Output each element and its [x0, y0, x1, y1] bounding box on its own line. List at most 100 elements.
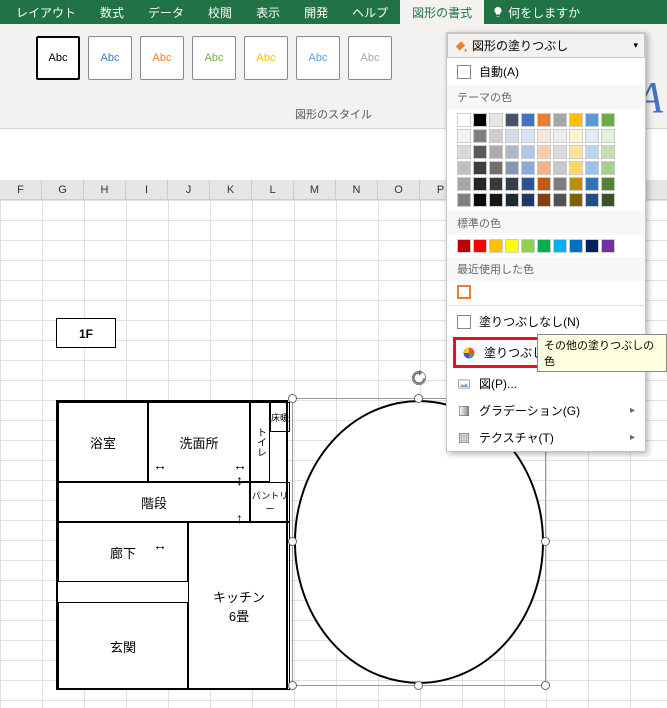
shape-fill-button[interactable]: 図形の塗りつぶし ▾	[447, 33, 645, 58]
room-pantry[interactable]: パントリー	[250, 482, 290, 522]
color-swatch[interactable]	[521, 129, 535, 143]
shape-style-1[interactable]: Abc	[36, 36, 80, 80]
color-swatch[interactable]	[553, 129, 567, 143]
color-swatch[interactable]	[505, 113, 519, 127]
color-swatch[interactable]	[521, 113, 535, 127]
color-swatch[interactable]	[505, 145, 519, 159]
color-swatch[interactable]	[505, 177, 519, 191]
column-header[interactable]: J	[168, 180, 210, 199]
color-swatch[interactable]	[537, 177, 551, 191]
shape-style-7[interactable]: Abc	[348, 36, 392, 80]
color-swatch[interactable]	[489, 113, 503, 127]
color-swatch[interactable]	[537, 129, 551, 143]
color-swatch[interactable]	[457, 239, 471, 253]
fill-automatic[interactable]: 自動(A)	[447, 58, 645, 85]
color-swatch[interactable]	[489, 177, 503, 191]
tab-view[interactable]: 表示	[244, 0, 292, 25]
color-swatch[interactable]	[489, 193, 503, 207]
color-swatch[interactable]	[569, 145, 583, 159]
color-swatch[interactable]	[457, 129, 471, 143]
color-swatch[interactable]	[521, 145, 535, 159]
floor-plan[interactable]: 浴室 洗面所 トイレ 床暖 階段 パントリー 廊下 キッチン 6畳 玄関 ↔ ↔…	[56, 400, 288, 690]
color-swatch[interactable]	[457, 177, 471, 191]
color-swatch[interactable]	[537, 145, 551, 159]
color-swatch[interactable]	[601, 177, 615, 191]
rotate-handle[interactable]	[410, 369, 428, 387]
color-swatch[interactable]	[457, 193, 471, 207]
color-swatch[interactable]	[601, 145, 615, 159]
room-toilet[interactable]: トイレ	[250, 402, 270, 482]
tab-developer[interactable]: 開発	[292, 0, 340, 25]
fill-none[interactable]: 塗りつぶしなし(N)	[447, 308, 645, 335]
color-swatch[interactable]	[569, 129, 583, 143]
column-header[interactable]: L	[252, 180, 294, 199]
color-swatch[interactable]	[457, 113, 471, 127]
resize-handle[interactable]	[541, 537, 550, 546]
room-hallway[interactable]: 廊下	[58, 522, 188, 582]
color-swatch[interactable]	[473, 239, 487, 253]
color-swatch[interactable]	[553, 239, 567, 253]
tab-layout[interactable]: レイアウト	[4, 0, 88, 25]
color-swatch[interactable]	[537, 161, 551, 175]
column-header[interactable]: M	[294, 180, 336, 199]
shape-style-3[interactable]: Abc	[140, 36, 184, 80]
column-header[interactable]: G	[42, 180, 84, 199]
color-swatch[interactable]	[569, 113, 583, 127]
column-header[interactable]: O	[378, 180, 420, 199]
tab-review[interactable]: 校閲	[196, 0, 244, 25]
shape-style-4[interactable]: Abc	[192, 36, 236, 80]
color-swatch[interactable]	[585, 239, 599, 253]
room-bath[interactable]: 浴室	[58, 402, 148, 482]
color-swatch[interactable]	[569, 161, 583, 175]
tell-me-search[interactable]: 何をしますか	[484, 4, 588, 21]
color-swatch[interactable]	[601, 113, 615, 127]
color-swatch[interactable]	[553, 161, 567, 175]
column-header[interactable]: I	[126, 180, 168, 199]
resize-handle[interactable]	[414, 681, 423, 690]
color-swatch[interactable]	[521, 177, 535, 191]
tab-data[interactable]: データ	[136, 0, 196, 25]
room-entrance[interactable]: 玄関	[58, 602, 188, 690]
room-yukadan[interactable]: 床暖	[270, 402, 290, 432]
column-header[interactable]: K	[210, 180, 252, 199]
fill-picture[interactable]: 図(P)...	[447, 370, 645, 397]
color-swatch[interactable]	[585, 177, 599, 191]
shape-style-2[interactable]: Abc	[88, 36, 132, 80]
color-swatch[interactable]	[601, 129, 615, 143]
color-swatch[interactable]	[553, 113, 567, 127]
color-swatch[interactable]	[585, 161, 599, 175]
color-swatch[interactable]	[489, 161, 503, 175]
color-swatch[interactable]	[601, 161, 615, 175]
color-swatch[interactable]	[585, 193, 599, 207]
recent-color-swatch[interactable]	[457, 285, 471, 299]
color-swatch[interactable]	[473, 129, 487, 143]
column-header[interactable]: F	[0, 180, 42, 199]
color-swatch[interactable]	[601, 193, 615, 207]
color-swatch[interactable]	[569, 177, 583, 191]
color-swatch[interactable]	[505, 129, 519, 143]
color-swatch[interactable]	[473, 193, 487, 207]
floor-label-1f[interactable]: 1F	[56, 318, 116, 348]
resize-handle[interactable]	[414, 394, 423, 403]
fill-gradient[interactable]: グラデーション(G) ▸	[447, 397, 645, 424]
color-swatch[interactable]	[457, 145, 471, 159]
color-swatch[interactable]	[537, 239, 551, 253]
color-swatch[interactable]	[585, 129, 599, 143]
tab-shape-format[interactable]: 図形の書式	[400, 0, 484, 25]
color-swatch[interactable]	[585, 113, 599, 127]
color-swatch[interactable]	[505, 161, 519, 175]
color-swatch[interactable]	[489, 129, 503, 143]
color-swatch[interactable]	[553, 145, 567, 159]
color-swatch[interactable]	[521, 239, 535, 253]
column-header[interactable]: H	[84, 180, 126, 199]
color-swatch[interactable]	[457, 161, 471, 175]
color-swatch[interactable]	[521, 193, 535, 207]
color-swatch[interactable]	[473, 113, 487, 127]
color-swatch[interactable]	[553, 193, 567, 207]
room-stairs[interactable]: 階段	[58, 482, 250, 522]
tab-help[interactable]: ヘルプ	[340, 0, 400, 25]
resize-handle[interactable]	[288, 537, 297, 546]
color-swatch[interactable]	[505, 239, 519, 253]
color-swatch[interactable]	[489, 145, 503, 159]
color-swatch[interactable]	[489, 239, 503, 253]
